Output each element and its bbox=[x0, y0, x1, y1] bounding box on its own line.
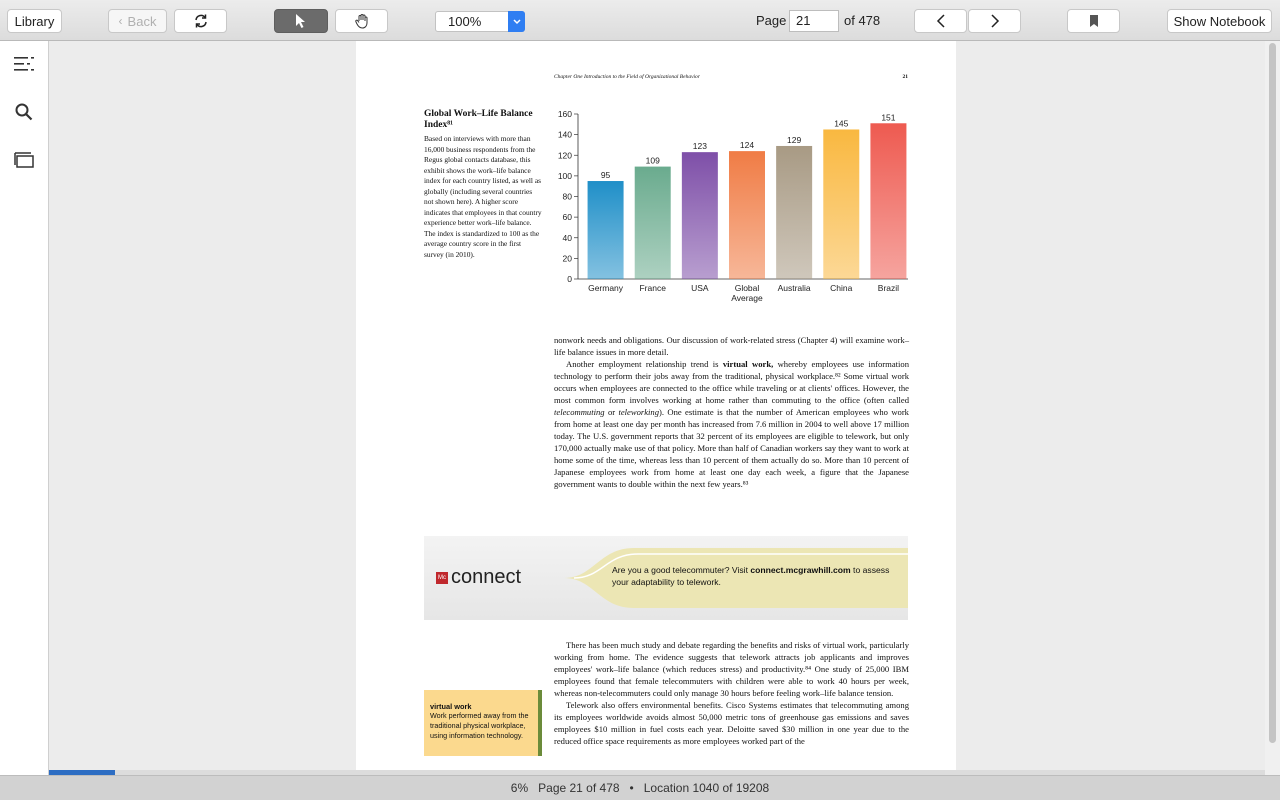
key-term: virtual work, bbox=[722, 359, 774, 369]
status-separator: • bbox=[629, 781, 634, 795]
data-label: 145 bbox=[834, 118, 848, 128]
y-tick-label: 20 bbox=[563, 253, 573, 263]
y-tick-label: 0 bbox=[567, 274, 572, 284]
connect-logo: Mc connect bbox=[436, 566, 521, 589]
hand-tool-button[interactable] bbox=[335, 9, 388, 33]
page-total: of 478 bbox=[844, 13, 881, 28]
y-tick-label: 120 bbox=[558, 150, 572, 160]
status-bar: 6% Page 21 of 478 • Location 1040 of 192… bbox=[0, 775, 1280, 800]
data-label: 129 bbox=[787, 135, 801, 145]
body-text-block-1: nonwork needs and obligations. Our discu… bbox=[554, 334, 909, 490]
vertical-scrollbar[interactable] bbox=[1265, 41, 1280, 775]
page-number: 21 bbox=[902, 74, 909, 80]
reading-area[interactable]: Chapter One Introduction to the Field of… bbox=[49, 41, 1265, 770]
connect-promo-text: Are you a good telecommuter? Visit conne… bbox=[612, 565, 890, 587]
select-tool-button[interactable] bbox=[274, 9, 328, 33]
y-tick-label: 100 bbox=[558, 171, 572, 181]
bookmark-icon bbox=[1089, 15, 1098, 27]
bar bbox=[870, 123, 907, 279]
cursor-arrow-icon bbox=[296, 14, 305, 28]
running-head: Chapter One Introduction to the Field of… bbox=[554, 74, 908, 80]
x-tick-label: Global bbox=[735, 283, 760, 293]
exhibit-caption: Based on interviews with more than 16,00… bbox=[424, 134, 542, 259]
chevron-down-icon[interactable] bbox=[508, 11, 525, 32]
location-info: Location 1040 of 19208 bbox=[643, 781, 770, 795]
y-tick-label: 160 bbox=[558, 109, 572, 119]
x-tick-label: China bbox=[830, 283, 852, 293]
bar bbox=[729, 151, 765, 279]
cards-icon[interactable] bbox=[13, 149, 35, 171]
page-label: Page bbox=[756, 13, 787, 28]
y-tick-label: 60 bbox=[563, 212, 573, 222]
sidebar bbox=[0, 41, 49, 775]
glossary-margin-note: virtual work Work performed away from th… bbox=[424, 690, 542, 756]
bar bbox=[681, 152, 718, 279]
back-label: Back bbox=[127, 13, 157, 29]
data-label: 124 bbox=[740, 140, 754, 150]
bookmark-button[interactable] bbox=[1067, 9, 1120, 33]
data-label: 151 bbox=[881, 112, 895, 122]
bar bbox=[823, 129, 860, 279]
paragraph: There has been much study and debate reg… bbox=[554, 640, 909, 698]
connect-wordmark: connect bbox=[451, 566, 522, 588]
show-notebook-button[interactable]: Show Notebook bbox=[1167, 9, 1272, 33]
y-tick-label: 80 bbox=[563, 192, 573, 202]
scroll-thumb[interactable] bbox=[1269, 43, 1276, 743]
running-head-title: Chapter One Introduction to the Field of… bbox=[554, 74, 700, 80]
x-tick-label: Australia bbox=[778, 283, 811, 293]
progress-percent: 6% bbox=[510, 781, 529, 795]
sync-button[interactable] bbox=[174, 9, 227, 33]
mcgraw-hill-logo: Mc bbox=[436, 571, 448, 584]
paragraph: Telework also offers environmental benef… bbox=[554, 700, 909, 746]
page-number-input[interactable]: 21 bbox=[789, 10, 839, 32]
chevron-left-icon: ‹ bbox=[118, 14, 123, 28]
data-label: 109 bbox=[646, 156, 660, 166]
book-page: Chapter One Introduction to the Field of… bbox=[356, 41, 956, 770]
bar bbox=[587, 181, 624, 279]
data-label: 95 bbox=[601, 170, 611, 180]
x-tick-label: Average bbox=[731, 293, 763, 303]
page-info: Page 21 of 478 bbox=[538, 781, 620, 795]
y-tick-label: 40 bbox=[563, 233, 573, 243]
data-label: 123 bbox=[693, 141, 707, 151]
paragraph: nonwork needs and obligations. Our discu… bbox=[554, 335, 909, 357]
hand-icon bbox=[354, 14, 367, 29]
x-tick-label: USA bbox=[691, 283, 709, 293]
body-text-block-2: There has been much study and debate reg… bbox=[554, 639, 909, 747]
connect-link[interactable]: connect.mcgrawhill.com bbox=[750, 565, 850, 575]
exhibit-title: Global Work–Life Balance Index⁸¹ bbox=[424, 109, 533, 130]
chevron-left-icon bbox=[936, 14, 945, 28]
x-tick-label: France bbox=[639, 283, 666, 293]
glossary-definition: Work performed away from the traditional… bbox=[430, 711, 529, 740]
back-button[interactable]: ‹ Back bbox=[108, 9, 167, 33]
previous-page-button[interactable] bbox=[914, 9, 967, 33]
next-page-button[interactable] bbox=[968, 9, 1021, 33]
bar-chart: 0 20 40 60 80 100 120 140 160 95 Germany 109 France 1… bbox=[558, 109, 908, 303]
x-tick-label: Brazil bbox=[878, 283, 899, 293]
zoom-select[interactable]: 100% bbox=[435, 11, 525, 32]
search-icon[interactable] bbox=[13, 101, 35, 123]
chevron-right-icon bbox=[990, 14, 999, 28]
paragraph: Another employment relationship trend is… bbox=[554, 359, 910, 489]
x-tick-label: Germany bbox=[588, 283, 624, 293]
glossary-term: virtual work bbox=[430, 702, 472, 711]
table-of-contents-icon[interactable] bbox=[13, 53, 35, 75]
zoom-value: 100% bbox=[448, 14, 482, 29]
connect-banner: Mc connect Are you a good telecommuter? … bbox=[424, 536, 908, 620]
bar bbox=[634, 166, 671, 279]
y-tick-label: 140 bbox=[558, 130, 572, 140]
refresh-icon bbox=[194, 14, 207, 28]
toolbar: Library ‹ Back 100% Page 21 of 478 Show … bbox=[0, 0, 1280, 41]
library-button[interactable]: Library bbox=[7, 9, 62, 33]
bar bbox=[776, 145, 813, 279]
